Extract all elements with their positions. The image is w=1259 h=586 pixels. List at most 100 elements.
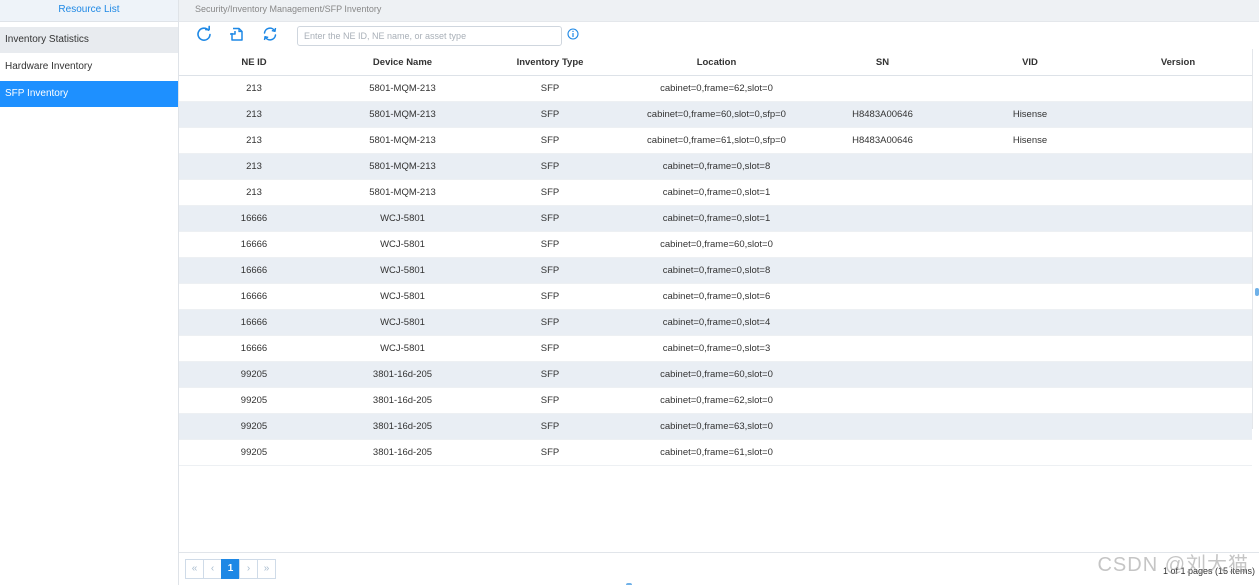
- table-row[interactable]: 213 5801-MQM-213 SFP cabinet=0,frame=0,slot…: [179, 153, 1252, 180]
- cell-sn: [809, 75, 956, 102]
- cell-ne-id: 213: [179, 101, 329, 128]
- table-row[interactable]: 16666 WCJ-5801 SFP cabinet=0,frame=60,slot=…: [179, 231, 1252, 258]
- cell-ne-id: 16666: [179, 231, 329, 258]
- cell-location: cabinet=0,frame=60,slot=0: [624, 231, 809, 258]
- cell-ne-id: 16666: [179, 283, 329, 310]
- cell-inventory-type: SFP: [476, 179, 624, 206]
- column-header-ne-id[interactable]: NE ID: [179, 49, 329, 76]
- cell-sn: [809, 153, 956, 180]
- table-row[interactable]: 213 5801-MQM-213 SFP cabinet=0,frame=62,slo…: [179, 75, 1252, 102]
- toolbar: [179, 22, 1259, 48]
- column-header-sn[interactable]: SN: [809, 49, 956, 76]
- cell-location: cabinet=0,frame=60,slot=0: [624, 361, 809, 388]
- cell-device-name: WCJ-5801: [329, 231, 476, 258]
- column-header-version[interactable]: Version: [1104, 49, 1252, 76]
- cell-vid: [956, 283, 1104, 310]
- column-header-vid[interactable]: VID: [956, 49, 1104, 76]
- column-header-inventory-type[interactable]: Inventory Type: [476, 49, 624, 76]
- cell-version: [1104, 257, 1252, 284]
- cell-vid: [956, 257, 1104, 284]
- cell-ne-id: 16666: [179, 205, 329, 232]
- cell-vid: [956, 75, 1104, 102]
- cell-inventory-type: SFP: [476, 257, 624, 284]
- cell-device-name: WCJ-5801: [329, 257, 476, 284]
- cell-vid: [956, 439, 1104, 466]
- cell-sn: [809, 439, 956, 466]
- cell-vid: [956, 153, 1104, 180]
- cell-inventory-type: SFP: [476, 309, 624, 336]
- cell-sn: [809, 231, 956, 258]
- cell-ne-id: 16666: [179, 335, 329, 362]
- cell-sn: [809, 257, 956, 284]
- cell-vid: [956, 361, 1104, 388]
- page-number-button[interactable]: 1: [221, 559, 240, 579]
- cell-vid: [956, 387, 1104, 414]
- table-row[interactable]: 16666 WCJ-5801 SFP cabinet=0,frame=0,slot=8: [179, 257, 1252, 284]
- cell-location: cabinet=0,frame=0,slot=1: [624, 205, 809, 232]
- last-page-button[interactable]: »: [257, 559, 276, 579]
- cell-location: cabinet=0,frame=0,slot=8: [624, 257, 809, 284]
- cell-vid: [956, 205, 1104, 232]
- sidebar-item-hardware-inventory[interactable]: Hardware Inventory: [0, 54, 178, 80]
- inventory-table: NE ID Device Name Inventory Type Locatio…: [179, 49, 1252, 466]
- export-icon[interactable]: [228, 25, 246, 43]
- cell-version: [1104, 335, 1252, 362]
- cell-ne-id: 213: [179, 153, 329, 180]
- cell-device-name: 3801-16d-205: [329, 439, 476, 466]
- cell-device-name: 5801-MQM-213: [329, 153, 476, 180]
- table-row[interactable]: 99205 3801-16d-205 SFP cabinet=0,frame=63,s…: [179, 413, 1252, 440]
- cell-device-name: WCJ-5801: [329, 309, 476, 336]
- cell-vid: [956, 231, 1104, 258]
- table-row[interactable]: 213 5801-MQM-213 SFP cabinet=0,frame=60,slo…: [179, 101, 1252, 128]
- table-row[interactable]: 213 5801-MQM-213 SFP cabinet=0,frame=61,slo…: [179, 127, 1252, 154]
- cell-ne-id: 16666: [179, 309, 329, 336]
- prev-page-button[interactable]: ‹: [203, 559, 222, 579]
- cell-version: [1104, 101, 1252, 128]
- cell-device-name: 5801-MQM-213: [329, 179, 476, 206]
- sidebar-item-sfp-inventory[interactable]: SFP Inventory: [0, 81, 178, 107]
- pager: « ‹ 1 › »: [185, 559, 276, 581]
- cell-inventory-type: SFP: [476, 127, 624, 154]
- search-input[interactable]: [297, 26, 562, 46]
- cell-ne-id: 99205: [179, 413, 329, 440]
- table-header-row: NE ID Device Name Inventory Type Locatio…: [179, 49, 1252, 76]
- table-row[interactable]: 16666 WCJ-5801 SFP cabinet=0,frame=0,slot=6: [179, 283, 1252, 310]
- cell-location: cabinet=0,frame=61,slot=0: [624, 439, 809, 466]
- table-row[interactable]: 99205 3801-16d-205 SFP cabinet=0,frame=61,s…: [179, 439, 1252, 466]
- cell-version: [1104, 231, 1252, 258]
- cell-version: [1104, 439, 1252, 466]
- cell-ne-id: 213: [179, 75, 329, 102]
- cell-inventory-type: SFP: [476, 153, 624, 180]
- refresh-icon[interactable]: [195, 25, 213, 43]
- cell-inventory-type: SFP: [476, 101, 624, 128]
- scroll-handle[interactable]: [1255, 288, 1259, 296]
- resource-sidebar: Resource List Inventory Statistics Hardw…: [0, 0, 179, 585]
- table-row[interactable]: 213 5801-MQM-213 SFP cabinet=0,frame=0,slot…: [179, 179, 1252, 206]
- cell-location: cabinet=0,frame=62,slot=0: [624, 387, 809, 414]
- table-row[interactable]: 16666 WCJ-5801 SFP cabinet=0,frame=0,slot=4: [179, 309, 1252, 336]
- sync-icon[interactable]: [261, 25, 279, 43]
- cell-sn: H8483A00646: [809, 127, 956, 154]
- next-page-button[interactable]: ›: [239, 559, 258, 579]
- column-header-device-name[interactable]: Device Name: [329, 49, 476, 76]
- table-row[interactable]: 99205 3801-16d-205 SFP cabinet=0,frame=60,s…: [179, 361, 1252, 388]
- cell-vid: [956, 413, 1104, 440]
- first-page-button[interactable]: «: [185, 559, 204, 579]
- cell-device-name: 3801-16d-205: [329, 387, 476, 414]
- cell-version: [1104, 309, 1252, 336]
- cell-version: [1104, 179, 1252, 206]
- sidebar-item-inventory-statistics[interactable]: Inventory Statistics: [0, 27, 178, 53]
- cell-location: cabinet=0,frame=0,slot=4: [624, 309, 809, 336]
- sidebar-title: Resource List: [0, 0, 178, 22]
- cell-device-name: 5801-MQM-213: [329, 75, 476, 102]
- cell-inventory-type: SFP: [476, 335, 624, 362]
- table-row[interactable]: 16666 WCJ-5801 SFP cabinet=0,frame=0,slot=3: [179, 335, 1252, 362]
- cell-sn: [809, 387, 956, 414]
- table-row[interactable]: 16666 WCJ-5801 SFP cabinet=0,frame=0,slot=1: [179, 205, 1252, 232]
- cell-device-name: WCJ-5801: [329, 335, 476, 362]
- column-header-location[interactable]: Location: [624, 49, 809, 76]
- info-icon[interactable]: [567, 28, 579, 40]
- cell-sn: [809, 283, 956, 310]
- cell-inventory-type: SFP: [476, 361, 624, 388]
- table-row[interactable]: 99205 3801-16d-205 SFP cabinet=0,frame=62,s…: [179, 387, 1252, 414]
